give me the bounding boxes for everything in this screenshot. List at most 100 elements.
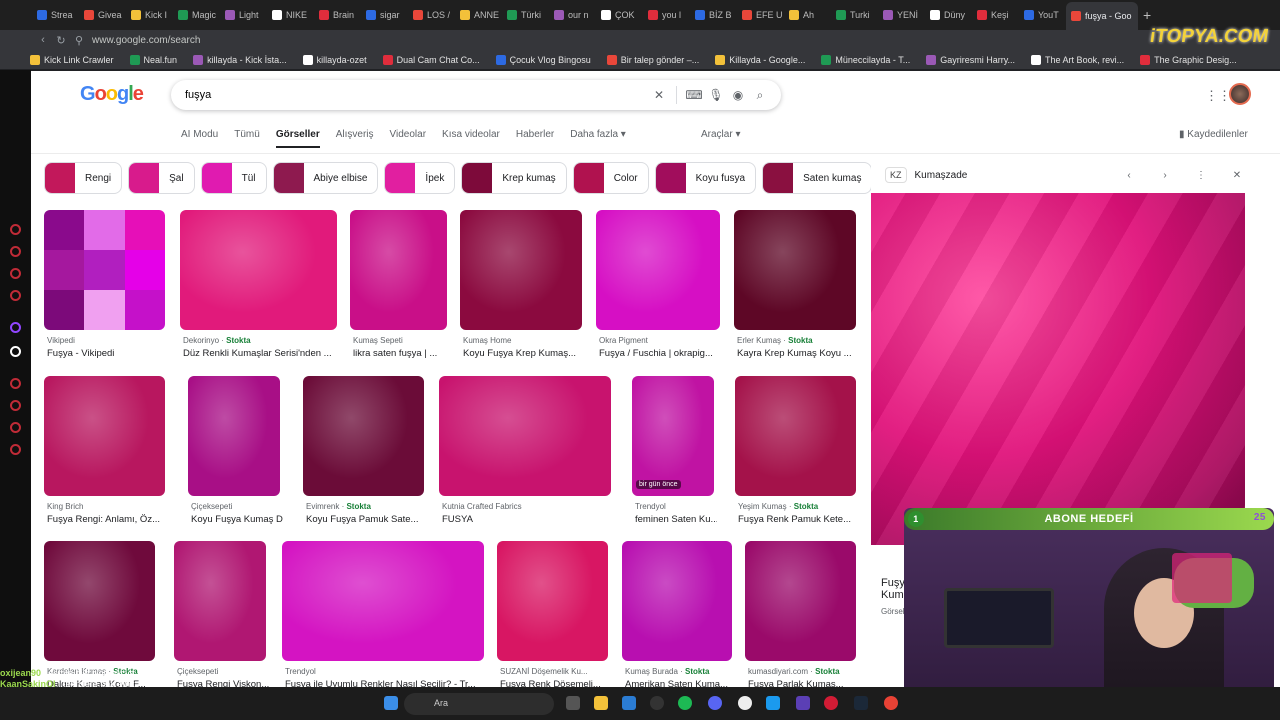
browser-tab[interactable]: YENİ [878,4,925,26]
browser-tab[interactable]: YouT [1019,4,1066,26]
tab-0[interactable]: AI Modu [181,129,218,148]
tab-7[interactable]: Daha fazla ▾ [570,129,626,148]
result-card[interactable]: SUZANİ Döşemelik Ku... Fuşya Renk Döşemel… [497,541,608,691]
filter-chip[interactable]: Color [572,162,649,194]
url-text[interactable]: www.google.com/search [92,35,200,46]
result-card[interactable]: Erler Kumaş · Stokta Kayra Krep Kumaş Koy… [734,210,856,365]
prev-icon[interactable]: ‹ [1115,170,1143,181]
saved-link[interactable]: ▮ Kaydedilenler [1179,129,1248,140]
store-icon[interactable] [622,696,636,710]
result-source[interactable]: Okra Pigment [599,336,723,345]
next-icon[interactable]: › [1151,170,1179,181]
result-card[interactable]: kumasdiyari.com · Stokta Fuşya Parlak Kum… [745,541,856,691]
browser-tab[interactable]: Türki [502,4,549,26]
x-icon[interactable] [10,346,21,357]
bookmark-item[interactable]: The Graphic Desig... [1140,54,1237,65]
browser-tab[interactable]: Düny [925,4,972,26]
result-source[interactable]: Kutnia Crafted Fabrics [442,502,614,511]
file-explorer-icon[interactable] [594,696,608,710]
sidebar-app-icon[interactable] [10,224,21,235]
obs-icon[interactable] [738,696,752,710]
result-image[interactable] [350,210,447,330]
browser-tab[interactable]: Turki [831,4,878,26]
steam-icon[interactable] [854,696,868,710]
result-card[interactable]: Vikipedi Fuşya - Vikipedi [44,210,165,365]
tab-1[interactable]: Tümü [234,129,260,148]
result-title[interactable]: FUSYA [442,514,614,525]
lens-icon[interactable]: ◉ [727,88,749,102]
result-card[interactable]: bir gün önce Trendyol feminen Saten Ku... [632,376,717,531]
browser-tab[interactable]: ÇOK [596,4,643,26]
filter-chip[interactable]: Tül [200,162,267,194]
more-icon[interactable]: ⋮ [1187,170,1215,181]
result-image[interactable] [497,541,608,661]
sidebar-app-icon[interactable] [10,268,21,279]
browser-tab[interactable]: EFE U [737,4,784,26]
result-card[interactable]: Kumaş Sepeti likra saten fuşya | ... [350,210,447,365]
result-image[interactable] [460,210,582,330]
browser-tab[interactable]: ANNE [455,4,502,26]
bookmark-item[interactable]: Killayda - Google... [715,54,805,65]
tab-5[interactable]: Kısa videolar [442,129,500,148]
result-source[interactable]: King Brich [47,502,168,511]
result-title[interactable]: likra saten fuşya | ... [353,348,450,359]
microphone-icon[interactable]: 🎙 [705,88,727,102]
opera-gx-icon[interactable] [824,696,838,710]
browser-tab[interactable]: Givea [79,4,126,26]
tab-4[interactable]: Videolar [390,129,427,148]
result-source[interactable]: Yeşim Kumaş · Stokta [738,502,859,511]
history-icon[interactable] [10,400,21,411]
result-title[interactable]: Fuşya / Fuschia | okrapig... [599,348,723,359]
result-title[interactable]: Düz Renkli Kumaşlar Serisi'nden ... [183,348,340,359]
bookmark-item[interactable]: Kick Link Crawler [30,54,114,65]
app-icon[interactable] [650,696,664,710]
result-card[interactable]: Yeşim Kumaş · Stokta Fuşya Renk Pamuk Ket… [735,376,856,531]
sidebar-app-icon[interactable] [10,290,21,301]
browser-tab[interactable]: Kick I [126,4,173,26]
spotify-icon[interactable] [678,696,692,710]
bookmark-item[interactable]: killayda-ozet [302,54,367,65]
twitch-icon[interactable] [10,322,21,333]
result-card[interactable]: Kutnia Crafted Fabrics FUSYA [439,376,611,531]
result-source[interactable]: Kumaş Burada · Stokta [625,667,735,676]
result-image[interactable] [44,210,165,330]
result-image[interactable] [596,210,720,330]
back-icon[interactable]: ‹ [34,34,52,46]
result-card[interactable]: Kumaş Home Koyu Fuşya Krep Kumaş... [460,210,582,365]
site-info-icon[interactable]: ⚲ [70,34,88,47]
browser-tab[interactable]: Ah [784,4,831,26]
browser-tab[interactable]: LOS / [408,4,455,26]
result-image[interactable] [174,541,266,661]
result-title[interactable]: Koyu Fuşya Krep Kumaş... [463,348,585,359]
result-title[interactable]: Fuşya - Vikipedi [47,348,168,359]
result-title[interactable]: Koyu Fuşya Pamuk Sate... [306,514,427,525]
result-title[interactable]: Fuşya Renk Pamuk Kete... [738,514,859,525]
preview-image[interactable] [871,193,1245,545]
browser-tab[interactable]: Magic [173,4,220,26]
result-image[interactable] [735,376,856,496]
search-input[interactable] [185,89,648,101]
new-tab-button[interactable]: + [1138,4,1156,26]
bookmark-item[interactable]: The Art Book, revi... [1031,54,1124,65]
browser-tab[interactable]: NIKE [267,4,314,26]
result-image[interactable] [734,210,856,330]
app-icon[interactable] [766,696,780,710]
tools-menu[interactable]: Araçlar ▾ [701,129,740,140]
result-image[interactable]: bir gün önce [632,376,714,496]
taskbar-search[interactable]: Ara [404,693,554,715]
result-source[interactable]: Kumaş Home [463,336,585,345]
bookmark-item[interactable]: Dual Cam Chat Co... [382,54,480,65]
browser-tab[interactable]: sigar [361,4,408,26]
google-logo[interactable]: Google [80,83,144,106]
browser-tab[interactable]: Strea [32,4,79,26]
start-icon[interactable] [384,696,398,710]
result-title[interactable]: Kayra Krep Kumaş Koyu ... [737,348,859,359]
result-card[interactable]: King Brich Fuşya Rengi: Anlamı, Öz... [44,376,165,531]
result-source[interactable]: Dekorinyo · Stokta [183,336,340,345]
bookmark-item[interactable]: Bir talep gönder –... [606,54,699,65]
browser-tab[interactable]: Light [220,4,267,26]
result-card[interactable]: Okra Pigment Fuşya / Fuschia | okrapig... [596,210,720,365]
sidebar-app-icon[interactable] [10,378,21,389]
tab-6[interactable]: Haberler [516,129,554,148]
sidebar-app-icon[interactable] [10,246,21,257]
